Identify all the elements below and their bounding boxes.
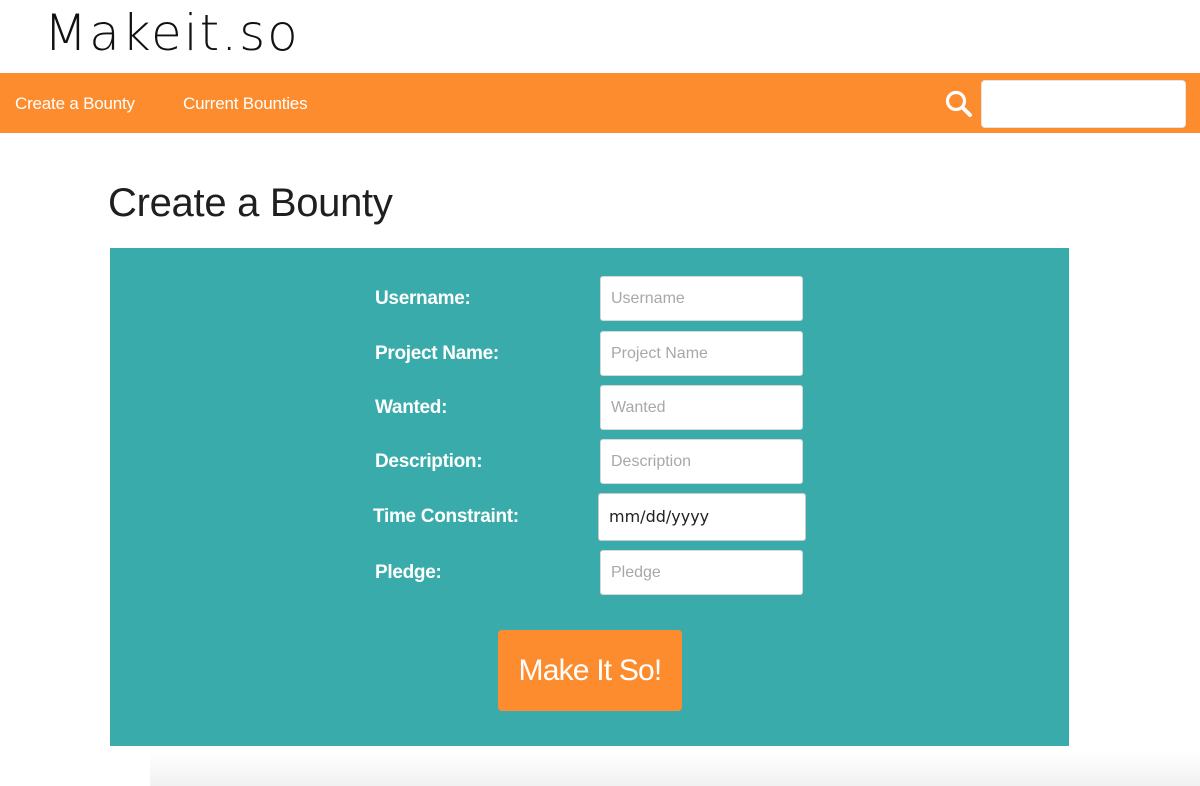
make-it-so-button[interactable]: Make It So!	[498, 630, 682, 711]
username-label: Username:	[375, 288, 471, 309]
project-name-input[interactable]	[600, 331, 803, 376]
wanted-label: Wanted:	[375, 397, 448, 418]
create-bounty-form: Username: Project Name: Wanted: Descript…	[110, 248, 1069, 746]
project-name-label: Project Name:	[375, 343, 499, 364]
description-label: Description:	[375, 451, 483, 472]
search-icon[interactable]	[944, 89, 974, 119]
pledge-label: Pledge:	[375, 562, 442, 583]
time-constraint-label: Time Constraint:	[373, 506, 519, 527]
logo-bar: Makeit.so	[0, 0, 1200, 73]
top-navbar: Create a Bounty Current Bounties	[0, 73, 1200, 133]
pledge-input[interactable]	[600, 550, 803, 595]
description-input[interactable]	[600, 439, 803, 484]
search-input[interactable]	[981, 80, 1186, 128]
wanted-input[interactable]	[600, 385, 803, 430]
site-logo[interactable]: Makeit.so	[44, 2, 300, 64]
footer-divider	[150, 752, 1200, 786]
nav-current-bounties-link[interactable]: Current Bounties	[183, 93, 308, 115]
time-constraint-date-input[interactable]: mm/dd/yyyy	[598, 493, 806, 541]
username-input[interactable]	[600, 276, 803, 321]
page-title: Create a Bounty	[108, 181, 393, 225]
nav-create-bounty-link[interactable]: Create a Bounty	[15, 93, 135, 115]
